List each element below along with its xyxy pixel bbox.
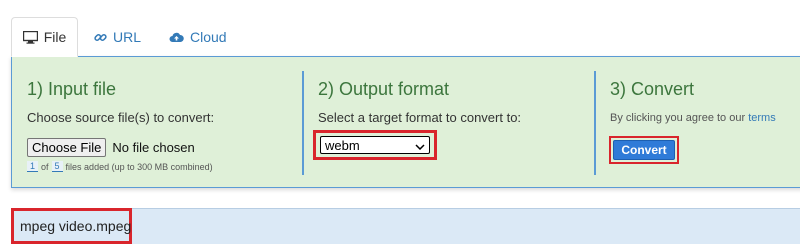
convert-title: 3) Convert [610,79,695,99]
format-select[interactable]: webm [320,136,430,154]
input-file-description: Choose source file(s) to convert: [27,110,215,125]
tab-url-label: URL [113,29,142,45]
no-file-text: No file chosen [112,140,195,155]
divider [594,71,596,175]
choose-file-button[interactable]: Choose File [27,138,107,157]
tab-cloud[interactable]: Cloud [169,17,227,57]
output-format-title: 2) Output format [318,79,450,99]
agree-text: By clicking you agree to our [610,112,746,124]
file-count: 1 of 5 files added (up to 300 MB combine… [27,161,213,172]
convert-button-highlight: Convert [609,136,679,164]
terms-notice: By clicking you agree to our terms [610,112,776,124]
output-format-description: Select a target format to convert to: [318,110,522,125]
file-list: mpeg video.mpeg [11,208,800,244]
divider [302,71,304,175]
of-text: of [41,161,49,172]
tab-file-label: File [43,29,67,45]
file-name: mpeg video.mpeg [11,208,132,244]
link-icon [94,31,107,44]
converter-panel: 1) Input file Choose source file(s) to c… [11,56,800,188]
monitor-icon [22,30,38,44]
cloud-upload-icon [169,31,184,43]
files-max-count: 5 [51,161,63,172]
input-file-title: 1) Input file [27,79,117,99]
file-picker: Choose File No file chosen [27,138,195,157]
convert-button[interactable]: Convert [613,140,675,160]
tab-url[interactable]: URL [94,17,141,57]
format-select-highlight: webm [313,130,437,160]
terms-link[interactable]: terms [748,112,776,124]
file-limit-text: files added (up to 300 MB combined) [65,161,213,172]
files-added-count: 1 [27,161,39,172]
tab-cloud-label: Cloud [190,29,227,45]
tab-file[interactable]: File [11,17,78,57]
chevron-down-icon [415,138,425,153]
format-select-value: webm [325,137,360,153]
